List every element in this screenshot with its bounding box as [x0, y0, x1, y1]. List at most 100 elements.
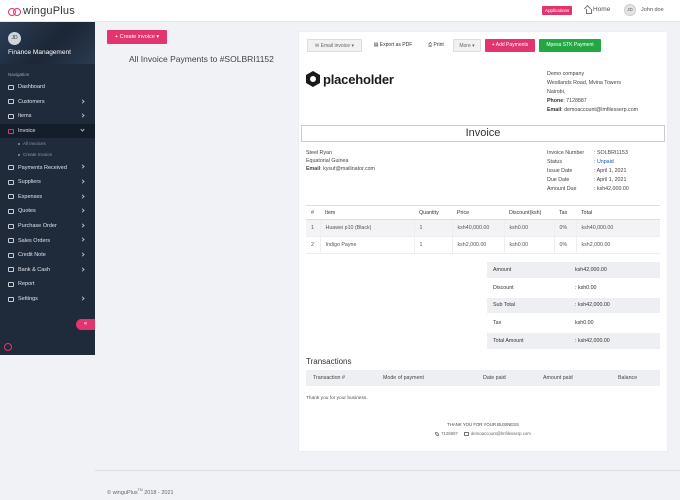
company-logo-text: placeholder — [323, 71, 394, 87]
report-icon — [8, 281, 14, 287]
table-row: 1 Huawei p10 (Black) 1 ksh40,000.00 ksh0.00 0… — [306, 219, 660, 237]
sidebar-item-label: Items — [18, 113, 32, 120]
column-header-price: Price — [452, 205, 504, 220]
settings-icon — [8, 296, 14, 302]
sidebar-item-bank-cash[interactable]: Bank & Cash — [0, 263, 95, 278]
sidebar-item-dashboard[interactable]: Dashboard — [0, 80, 95, 95]
meta-value: : SOLBRI1153 — [594, 150, 628, 156]
sidebar-item-payments-received[interactable]: Payments Received — [0, 160, 95, 175]
table-cell: 2 — [306, 236, 320, 254]
table-cell: 0% — [553, 236, 576, 254]
totals-value: : ksh0.00 — [575, 284, 597, 291]
sidebar-item-label: Expenses — [18, 193, 43, 200]
mail-icon — [463, 431, 469, 436]
table-cell: 1 — [306, 219, 320, 237]
email-label: Email — [547, 107, 562, 113]
chevron-right-icon — [80, 98, 85, 104]
customer-email-label: Email — [306, 166, 321, 172]
app-logo[interactable]: winguPlus — [8, 5, 75, 17]
sidebar-item-settings[interactable]: Settings — [0, 292, 95, 307]
items-header-row: # Item Quantity Price Discount(ksh) Tax Total — [306, 205, 660, 220]
table-cell: Huawei p10 (Black) — [319, 219, 414, 237]
sidebar-item-label: Purchase Order — [18, 223, 57, 230]
sidebar-item-sales-orders[interactable]: Sales Orders — [0, 233, 95, 248]
add-payments-button[interactable]: + Add Payments — [485, 39, 535, 52]
transactions-header-row: Transaction # Mode of payment Date paid Amo… — [306, 370, 660, 386]
column-header-mode-of-payment: Mode of payment — [376, 370, 476, 386]
meta-label: Invoice Number — [547, 150, 585, 156]
totals-row-amount: Amount ksh42,000.00 — [487, 262, 660, 280]
home-link[interactable]: Home — [584, 6, 610, 14]
sidebar-item-expenses[interactable]: Expenses — [0, 190, 95, 205]
sidebar-collapse-button[interactable]: « — [76, 319, 95, 330]
totals-row-tax: Tax ksh0.00 — [487, 315, 660, 334]
sidebar-item-quotes[interactable]: Quotes — [0, 204, 95, 219]
sidebar: JD Finance Management Navigation Dashboa… — [0, 22, 95, 355]
meta-row-issue-date: Issue Date: April 1, 2021 — [547, 167, 629, 176]
meta-row-due-date: Due Date: April 1, 2021 — [547, 176, 629, 185]
nav-list: Dashboard Customers Items Invoice All Invoic… — [0, 80, 95, 306]
app-logo-text: winguPlus — [23, 5, 75, 17]
table-cell: 0% — [553, 219, 576, 237]
sidebar-item-credit-note[interactable]: Credit Note — [0, 248, 95, 263]
thanks-note: Thank you for your business. — [306, 396, 368, 401]
email-value: : demoaccount@lmfilesserp.com — [561, 107, 639, 113]
user-avatar[interactable]: JD — [624, 4, 636, 16]
footer-contacts: 7128887 demoaccount@lmfilesserp.com — [299, 431, 667, 436]
chevron-right-icon — [80, 208, 85, 213]
footer-email: demoaccount@lmfilesserp.com — [463, 431, 531, 436]
bank-cash-icon — [8, 267, 14, 273]
sales-orders-icon — [8, 238, 14, 244]
meta-label: Due Date — [547, 177, 570, 183]
sidebar-item-items[interactable]: Items — [0, 109, 95, 124]
suppliers-icon — [8, 179, 14, 185]
purchase-order-icon — [8, 223, 14, 229]
customer-country: Equatorial Guinea — [306, 158, 349, 164]
column-header-amount-paid: Amount paid — [536, 370, 611, 386]
column-header-tax: Tax — [554, 205, 576, 220]
footer-divider — [95, 470, 680, 471]
totals-row-sub-total: Sub Total: ksh42,000.00 — [487, 297, 660, 316]
sidebar-item-purchase-order[interactable]: Purchase Order — [0, 219, 95, 234]
chevron-right-icon — [80, 223, 85, 228]
column-header-item: Item — [320, 205, 414, 220]
profile-avatar[interactable]: JD — [8, 32, 21, 45]
print-button[interactable]: ⎙ Print — [423, 39, 449, 52]
chevron-right-icon — [80, 164, 85, 169]
sidebar-item-suppliers[interactable]: Suppliers — [0, 175, 95, 190]
sidebar-subitem-create-invoice[interactable]: Create Invoice — [0, 149, 95, 160]
sidebar-item-invoice[interactable]: Invoice — [0, 123, 95, 139]
meta-label: Issue Date — [547, 168, 573, 174]
sidebar-subitem-all-invoices[interactable]: All Invoices — [0, 138, 95, 149]
mpesa-stk-button[interactable]: Mpesa STK Payment — [539, 39, 601, 52]
company-phone: Phone: 7128887 — [547, 97, 638, 106]
customer-name: Steel Ryan — [306, 150, 332, 156]
bill-to: Steel Ryan Equatorial Guinea Email: kysu… — [306, 149, 375, 173]
invoice-icon — [8, 128, 14, 134]
totals-value: : ksh42,000.00 — [575, 338, 610, 345]
phone-label: Phone — [547, 98, 564, 104]
export-pdf-button[interactable]: ▤ Export as PDF — [367, 39, 419, 52]
totals-label: Sub Total — [493, 302, 515, 309]
phone-value: : 7128887 — [563, 98, 587, 104]
customer-email: Email: kysuf@mailinator.com — [306, 165, 375, 173]
create-invoice-button[interactable]: + Create invoice ▾ — [107, 30, 167, 44]
top-bar: winguPlus Applications Home JD John doe — [0, 0, 680, 22]
more-button[interactable]: More ▾ — [453, 39, 481, 52]
sidebar-item-report[interactable]: Report — [0, 277, 95, 292]
applications-button[interactable]: Applications — [542, 6, 573, 15]
sidebar-item-customers[interactable]: Customers — [0, 95, 95, 110]
meta-label: Amount Due — [547, 186, 577, 192]
user-name[interactable]: John doe — [641, 7, 664, 13]
sidebar-profile: JD Finance Management — [0, 22, 95, 64]
totals-label: Tax — [493, 320, 502, 327]
company-details: Demo company Westlands Road, Mvina Tower… — [547, 70, 638, 115]
copyright-years: 2018 - 2021 — [142, 489, 174, 496]
items-table: # Item Quantity Price Discount(ksh) Tax Total … — [306, 205, 660, 254]
footer-phone: 7128887 — [435, 431, 458, 436]
column-header-number: # — [306, 205, 320, 220]
footer-phone-value: 7128887 — [441, 431, 458, 436]
sidebar-item-label: Dashboard — [18, 84, 45, 91]
email-invoice-button[interactable]: ✉ Email invoice ▾ — [307, 39, 362, 52]
copyright: © winguPlusTM 2018 - 2021 — [107, 488, 174, 496]
